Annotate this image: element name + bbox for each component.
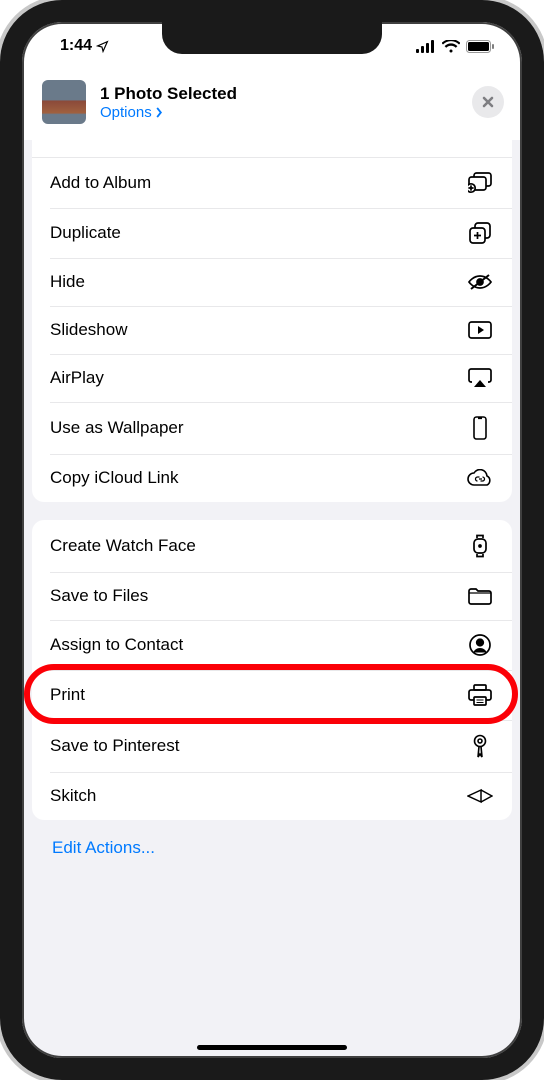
header-title: 1 Photo Selected [100,84,458,104]
airplay-icon [466,368,494,388]
duplicate-icon [466,222,494,244]
action-label: Hide [50,272,85,292]
notch [162,22,382,54]
action-label: Copy iCloud Link [50,468,179,488]
wallpaper-icon [466,416,494,440]
action-label: Skitch [50,786,96,806]
action-label: Print [50,685,85,705]
status-time: 1:44 [60,37,92,55]
action-airplay[interactable]: AirPlay [32,354,512,402]
action-label: Duplicate [50,223,121,243]
contact-icon [466,634,494,656]
partial-row [32,140,512,158]
home-indicator[interactable] [197,1045,347,1050]
close-icon [481,95,495,109]
mute-switch [0,200,2,236]
action-group-1: Add to Album Duplicate [32,140,512,502]
action-copy-icloud-link[interactable]: Copy iCloud Link [32,454,512,502]
share-sheet-header: 1 Photo Selected Options [22,70,522,140]
action-skitch[interactable]: Skitch [32,772,512,820]
action-assign-to-contact[interactable]: Assign to Contact [32,620,512,670]
skitch-icon [466,788,494,804]
action-group-2: Create Watch Face Save to Files [32,520,512,820]
edit-actions-button[interactable]: Edit Actions... [32,820,512,876]
print-icon [466,684,494,706]
folder-icon [466,587,494,605]
share-sheet-body[interactable]: Add to Album Duplicate [22,140,522,1058]
action-label: Slideshow [50,320,128,340]
action-label: AirPlay [50,368,104,388]
action-create-watch-face[interactable]: Create Watch Face [32,520,512,572]
pinterest-icon [466,734,494,758]
action-label: Use as Wallpaper [50,418,184,438]
volume-down [0,340,2,406]
hide-icon [466,272,494,292]
action-slideshow[interactable]: Slideshow [32,306,512,354]
watch-icon [466,534,494,558]
action-label: Assign to Contact [50,635,183,655]
volume-up [0,260,2,326]
chevron-right-icon [155,107,163,118]
add-to-album-icon [466,172,494,194]
action-add-to-album[interactable]: Add to Album [32,158,512,208]
location-icon [96,40,109,53]
icloud-link-icon [466,469,494,487]
battery-icon [466,40,494,53]
action-label: Save to Pinterest [50,736,179,756]
action-label: Save to Files [50,586,148,606]
wifi-icon [442,40,460,53]
action-duplicate[interactable]: Duplicate [32,208,512,258]
options-button[interactable]: Options [100,104,458,121]
action-label: Create Watch Face [50,536,196,556]
action-hide[interactable]: Hide [32,258,512,306]
cellular-signal-icon [416,40,436,53]
action-use-as-wallpaper[interactable]: Use as Wallpaper [32,402,512,454]
close-button[interactable] [472,86,504,118]
action-save-to-files[interactable]: Save to Files [32,572,512,620]
action-label: Add to Album [50,173,151,193]
action-print[interactable]: Print [32,670,512,720]
slideshow-icon [466,321,494,339]
photo-thumbnail[interactable] [42,80,86,124]
action-save-to-pinterest[interactable]: Save to Pinterest [32,720,512,772]
